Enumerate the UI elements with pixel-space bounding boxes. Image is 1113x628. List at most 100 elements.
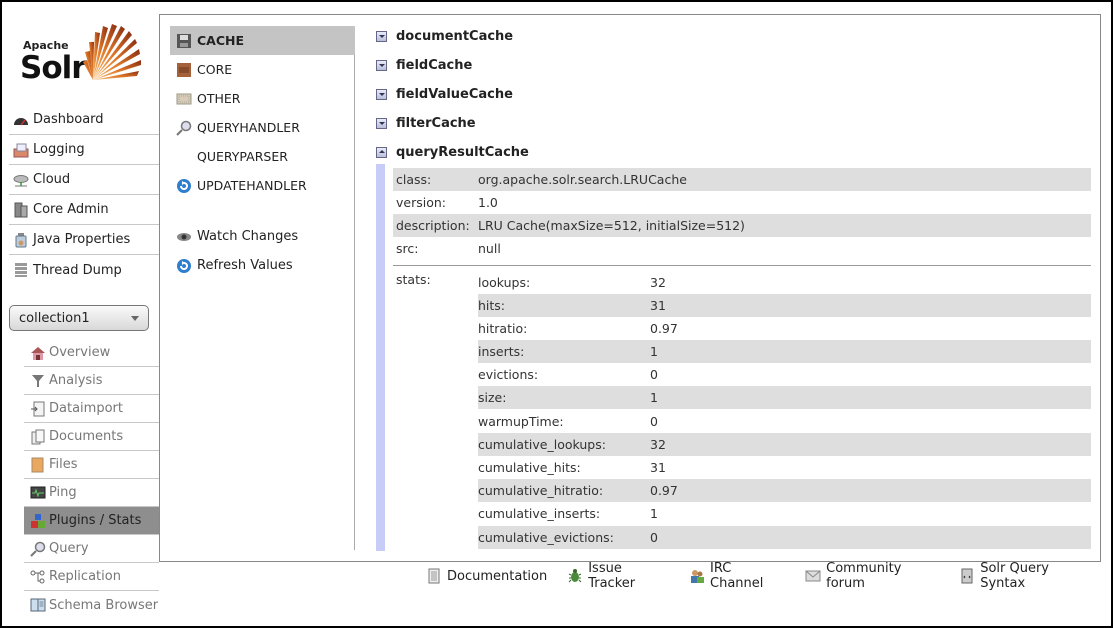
core-menu-item-label: Documents <box>49 429 124 444</box>
footer-link-irc-channel[interactable]: IRC Channel <box>689 561 785 591</box>
cache-header-queryresultcache[interactable]: queryResultCache <box>374 138 1094 167</box>
documents-icon <box>30 429 46 445</box>
footer-link-solr-query-syntax[interactable]: Solr Query Syntax <box>959 561 1093 591</box>
menu-item-java-properties[interactable]: Java Properties <box>9 225 159 255</box>
plugin-type-other[interactable]: OTHER <box>170 84 355 113</box>
core-menu-item-overview[interactable]: Overview <box>24 339 159 367</box>
core-menu-item-files[interactable]: Files <box>24 451 159 479</box>
plugin-actions: Watch Changes Refresh Values <box>170 222 355 280</box>
stat-row: cumulative_hitratio: 0.97 <box>478 479 1091 502</box>
core-menu-item-dataimport[interactable]: Dataimport <box>24 395 159 423</box>
core-menu-item-replication[interactable]: Replication <box>24 563 159 591</box>
plugin-type-list: CACHE CORE OTHER QUERYHANDLER QUERYPARSE… <box>170 26 355 200</box>
menu-item-dashboard[interactable]: Dashboard <box>9 105 159 135</box>
stat-value: 31 <box>650 460 666 475</box>
core-menu-item-ping[interactable]: Ping <box>24 479 159 507</box>
stat-row: evictions: 0 <box>478 363 1091 386</box>
footer-link-label: IRC Channel <box>710 561 764 591</box>
menu-item-core-admin[interactable]: Core Admin <box>9 195 159 225</box>
cache-header-fieldvaluecache[interactable]: fieldValueCache <box>374 80 1094 109</box>
mail-icon <box>805 568 821 584</box>
stat-row: cumulative_lookups: 32 <box>478 433 1091 456</box>
stat-value: 32 <box>650 437 666 452</box>
replication-icon <box>30 569 46 585</box>
documentation-icon <box>426 568 442 584</box>
plugin-type-updatehandler[interactable]: UPDATEHANDLER <box>170 171 355 200</box>
stat-value: 0 <box>650 367 658 382</box>
stat-key: size: <box>478 390 507 405</box>
logging-icon <box>13 142 29 158</box>
stat-row: size: 1 <box>478 386 1091 409</box>
core-menu-item-label: Ping <box>49 485 77 500</box>
core-menu-item-analysis[interactable]: Analysis <box>24 367 159 395</box>
cache-name: fieldValueCache <box>396 87 513 102</box>
core-menu-item-label: Schema Browser <box>49 597 159 613</box>
watch-changes-label: Watch Changes <box>197 229 299 244</box>
plugin-type-label: QUERYHANDLER <box>197 120 300 135</box>
property-row: description: LRU Cache(maxSize=512, init… <box>393 214 1091 237</box>
stat-key: cumulative_lookups: <box>478 437 606 452</box>
collection-select-value: collection1 <box>19 310 90 326</box>
stat-row: cumulative_evictions: 0 <box>478 526 1091 549</box>
stat-value: 32 <box>650 275 666 290</box>
cache-header-documentcache[interactable]: documentCache <box>374 22 1094 51</box>
stat-key: inserts: <box>478 344 525 359</box>
cache-header-fieldcache[interactable]: fieldCache <box>374 51 1094 80</box>
cache-icon <box>176 33 192 49</box>
stats-divider <box>393 265 1091 266</box>
plugin-type-label: CORE <box>197 62 233 77</box>
dataimport-icon <box>30 401 46 417</box>
plugin-type-queryhandler[interactable]: QUERYHANDLER <box>170 113 355 142</box>
plugin-type-label: UPDATEHANDLER <box>197 178 307 193</box>
cache-list: documentCache fieldCache fieldValueCache… <box>374 22 1094 167</box>
expand-toggle-icon[interactable] <box>376 31 387 42</box>
cache-detail-queryresultcache: class: org.apache.solr.search.LRUCache v… <box>376 164 1092 551</box>
plugin-type-label: CACHE <box>197 33 245 48</box>
cache-header-filtercache[interactable]: filterCache <box>374 109 1094 138</box>
stat-key: cumulative_inserts: <box>478 506 601 521</box>
plugin-type-queryparser[interactable]: QUERYPARSER <box>170 142 355 171</box>
solr-logo[interactable]: Apache Solr <box>20 22 141 88</box>
plugin-type-label: QUERYPARSER <box>197 149 288 164</box>
footer-link-documentation[interactable]: Documentation <box>426 568 547 584</box>
core-menu-item-query[interactable]: Query <box>24 535 159 563</box>
footer-links: Documentation Issue Tracker IRC Channel … <box>426 561 1113 591</box>
refresh-values-button[interactable]: Refresh Values <box>170 251 355 280</box>
chevron-down-icon <box>131 316 139 321</box>
footer-link-label: Solr Query Syntax <box>980 561 1050 591</box>
footer-link-label: Issue Tracker <box>588 561 636 591</box>
stat-key: cumulative_hits: <box>478 460 581 475</box>
collection-select[interactable]: collection1 <box>9 305 149 331</box>
watch-changes-button[interactable]: Watch Changes <box>170 222 355 251</box>
plugin-type-cache[interactable]: CACHE <box>170 26 355 55</box>
core-menu: Overview Analysis Dataimport Documents F… <box>24 339 159 619</box>
queryhandler-icon <box>176 120 192 136</box>
stat-row: inserts: 1 <box>478 340 1091 363</box>
core-menu-item-label: Plugins / Stats <box>49 513 142 528</box>
menu-item-thread-dump[interactable]: Thread Dump <box>9 255 159 285</box>
expand-toggle-icon[interactable] <box>376 60 387 71</box>
menu-item-logging[interactable]: Logging <box>9 135 159 165</box>
plugin-type-core[interactable]: CORE <box>170 55 355 84</box>
core-menu-item-label: Overview <box>49 345 111 360</box>
footer-link-issue-tracker[interactable]: Issue Tracker <box>567 561 669 591</box>
cache-name: documentCache <box>396 29 514 44</box>
core-menu-item-plugins-stats[interactable]: Plugins / Stats <box>24 507 159 535</box>
expand-toggle-icon[interactable] <box>376 118 387 129</box>
files-icon <box>30 457 46 473</box>
property-value: org.apache.solr.search.LRUCache <box>478 172 687 187</box>
stat-key: evictions: <box>478 367 539 382</box>
core-menu-item-label: Replication <box>49 569 121 584</box>
core-menu-item-documents[interactable]: Documents <box>24 423 159 451</box>
menu-item-cloud[interactable]: Cloud <box>9 165 159 195</box>
java-properties-icon <box>13 232 29 248</box>
menu-item-label: Cloud <box>33 172 71 187</box>
expand-toggle-icon[interactable] <box>376 89 387 100</box>
stat-row: lookups: 32 <box>478 271 1091 294</box>
core-menu-item-schema-browser[interactable]: Schema Browser <box>24 591 159 619</box>
collapse-toggle-icon[interactable] <box>376 147 387 158</box>
thread-dump-icon <box>13 262 29 278</box>
property-row: class: org.apache.solr.search.LRUCache <box>393 168 1091 191</box>
plugins-icon <box>30 513 46 529</box>
footer-link-community-forum[interactable]: Community forum <box>805 561 939 591</box>
